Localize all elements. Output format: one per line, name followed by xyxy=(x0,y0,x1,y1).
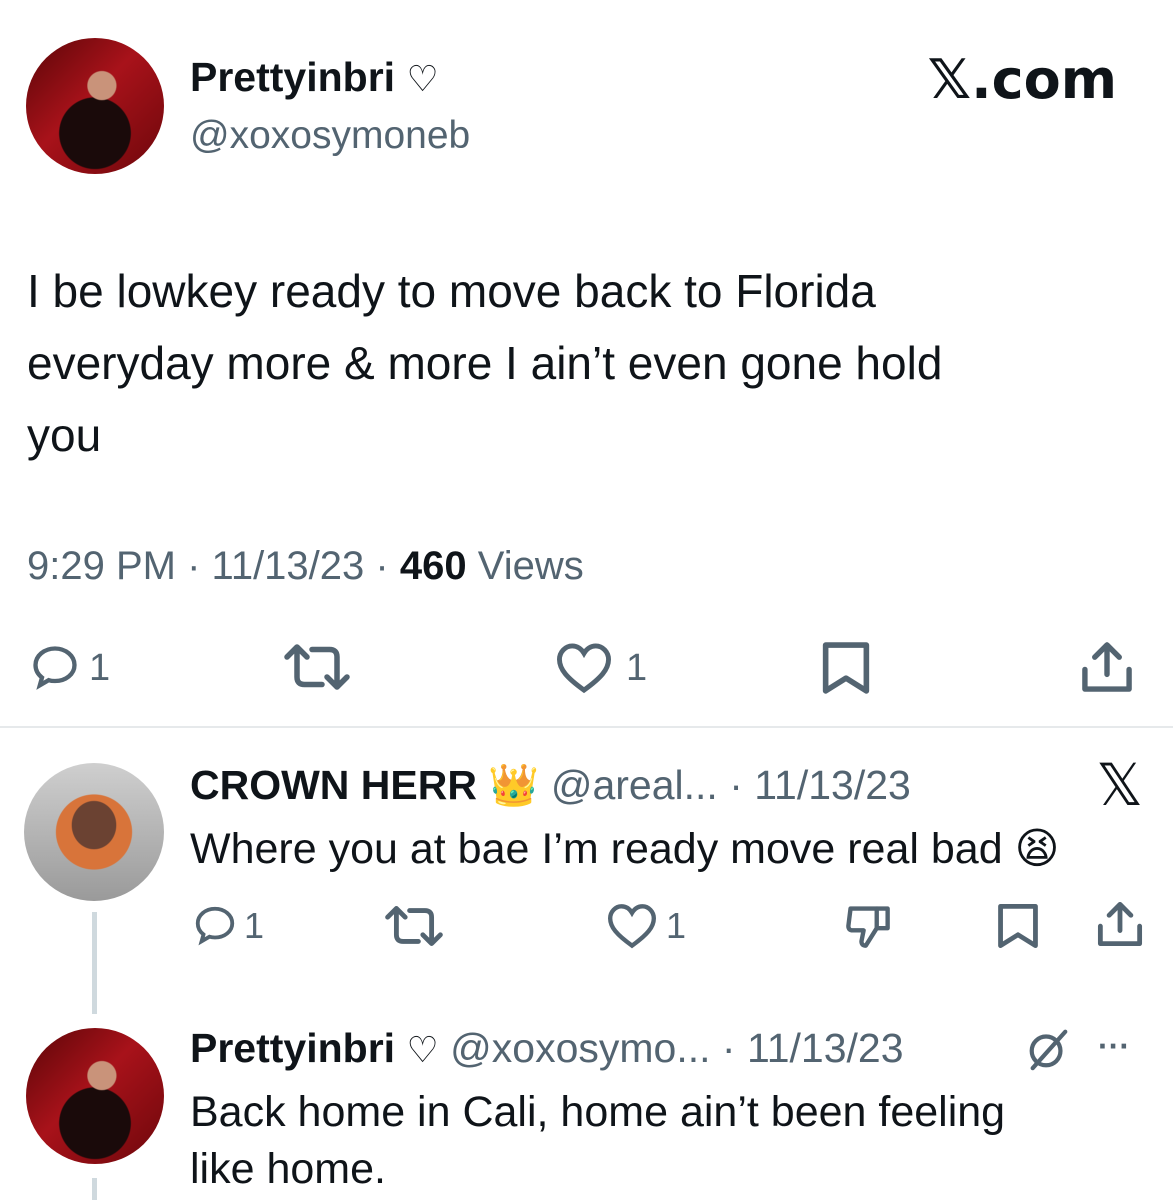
reply-text-line: Back home in Cali, home ain’t been feeli… xyxy=(190,1088,1006,1136)
heart-symbol: ♡ xyxy=(406,1030,439,1071)
tweet-date[interactable]: 11/13/23 xyxy=(212,544,365,588)
tired-face-emoji: 😫 xyxy=(1014,824,1060,874)
crown-emoji: 👑 xyxy=(488,761,540,809)
separator: · xyxy=(187,544,201,588)
bookmark-icon xyxy=(996,902,1040,950)
handle[interactable]: @areal... xyxy=(551,762,718,808)
reply-count: 1 xyxy=(89,646,111,689)
reply-text: Where you at bae I’m ready move real bad… xyxy=(190,822,1059,876)
retweet-button[interactable] xyxy=(384,904,444,948)
handle[interactable]: @xoxosymoneb xyxy=(190,112,470,160)
share-icon xyxy=(1096,900,1144,948)
heart-symbol: ♡ xyxy=(406,59,439,100)
avatar[interactable] xyxy=(26,38,164,174)
reply-header: Prettyinbri ♡ @xoxosymo... · 11/13/23 xyxy=(190,1022,904,1077)
share-button[interactable] xyxy=(1096,900,1144,948)
tweet-text-line: you xyxy=(27,409,102,461)
avatar[interactable] xyxy=(26,1028,164,1164)
display-name[interactable]: Prettyinbri ♡ xyxy=(190,52,439,105)
separator: · xyxy=(729,762,743,808)
reply-button[interactable]: 1 xyxy=(190,902,264,950)
reply-text-content: Where you at bae I’m ready move real bad xyxy=(190,825,1003,873)
reply-icon xyxy=(190,903,240,949)
share-button[interactable] xyxy=(1080,640,1134,694)
reply-icon xyxy=(27,642,83,694)
tweet-text: I be lowkey ready to move back to Florid… xyxy=(27,255,1147,471)
reply-text: Back home in Cali, home ain’t been feeli… xyxy=(190,1084,1005,1198)
reply-count: 1 xyxy=(244,905,265,946)
views-label: Views xyxy=(477,544,584,588)
separator: · xyxy=(721,1025,736,1071)
reply-header: CROWN HERR 👑 @areal... · 11/13/23 xyxy=(190,760,911,810)
dislike-button[interactable] xyxy=(844,902,892,950)
separator: · xyxy=(375,544,389,588)
heart-icon xyxy=(552,641,616,695)
bookmark-button[interactable] xyxy=(820,640,872,696)
grok-icon[interactable] xyxy=(1024,1026,1072,1072)
handle[interactable]: @xoxosymo... xyxy=(450,1025,710,1071)
thumbs-down-icon xyxy=(844,902,892,950)
divider xyxy=(0,726,1173,728)
reply-date[interactable]: 11/13/23 xyxy=(747,1025,904,1071)
retweet-icon xyxy=(284,642,350,692)
display-name[interactable]: CROWN HERR xyxy=(190,762,477,808)
reply-button[interactable]: 1 xyxy=(27,640,147,696)
tweet-time[interactable]: 9:29 PM xyxy=(27,544,176,588)
like-count: 1 xyxy=(626,646,648,689)
reply-text-line: like home. xyxy=(190,1145,386,1193)
share-icon xyxy=(1080,640,1134,694)
reply-date[interactable]: 11/13/23 xyxy=(754,762,911,808)
x-logo: 𝕏 xyxy=(1096,751,1143,819)
bookmark-icon xyxy=(820,640,872,696)
bookmark-button[interactable] xyxy=(996,902,1040,950)
more-button[interactable]: ··· xyxy=(1098,1022,1130,1070)
thread-line xyxy=(92,1178,97,1200)
tweet-text-line: everyday more & more I ain’t even gone h… xyxy=(27,337,943,389)
tweet-text-line: I be lowkey ready to move back to Florid… xyxy=(27,265,876,317)
like-count: 1 xyxy=(666,905,687,946)
thread-line xyxy=(92,912,97,1014)
x-com-logo: 𝕏.com xyxy=(927,48,1117,111)
views-count: 460 xyxy=(399,544,467,588)
avatar[interactable] xyxy=(24,763,164,901)
retweet-icon xyxy=(384,904,444,948)
display-name[interactable]: Prettyinbri xyxy=(190,1025,395,1071)
like-button[interactable]: 1 xyxy=(552,640,682,696)
display-name-text: Prettyinbri xyxy=(190,54,396,100)
tweet-meta: 9:29 PM · 11/13/23 · 460 Views xyxy=(27,542,584,590)
retweet-button[interactable] xyxy=(284,642,350,692)
like-button[interactable]: 1 xyxy=(604,902,686,950)
heart-icon xyxy=(604,902,660,950)
